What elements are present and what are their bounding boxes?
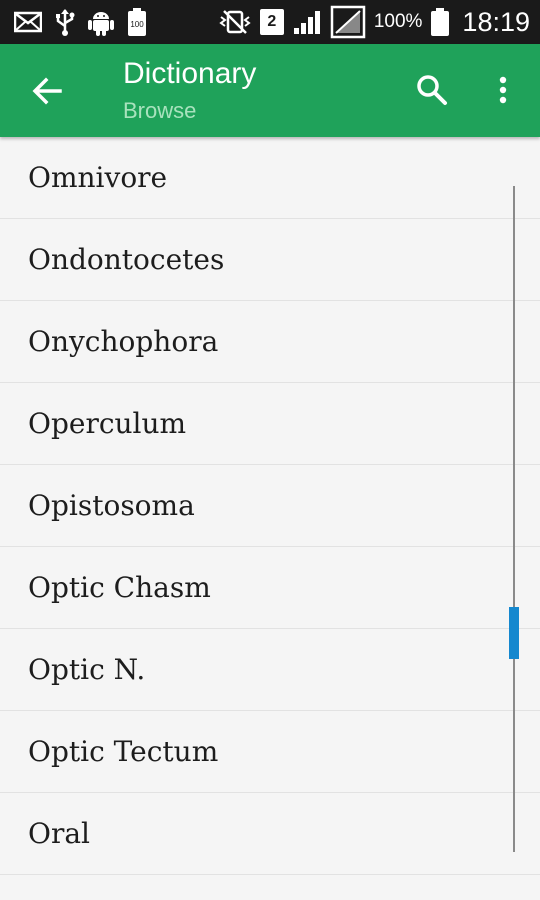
list-item[interactable]: Operculum <box>0 383 540 465</box>
list-item[interactable]: Onychophora <box>0 301 540 383</box>
page-title: Dictionary <box>123 57 257 90</box>
status-bar: 100 2 100% 18:19 <box>0 0 540 44</box>
list-item-label: Optic Chasm <box>28 571 211 604</box>
list-item[interactable]: Oral <box>0 793 540 875</box>
scrollbar-thumb[interactable] <box>509 607 519 659</box>
dictionary-list: Omnivore Ondontocetes Onychophora Opercu… <box>0 137 540 875</box>
app-bar: Dictionary Browse <box>0 44 540 137</box>
list-item[interactable]: Optic Tectum <box>0 711 540 793</box>
battery-icon <box>430 7 450 37</box>
search-icon <box>417 75 447 105</box>
status-left: 100 <box>14 7 148 37</box>
more-vert-icon <box>499 76 507 104</box>
list-item[interactable]: Ondontocetes <box>0 219 540 301</box>
list-item-label: Omnivore <box>28 161 168 194</box>
list-item-label: Ondontocetes <box>28 243 225 276</box>
no-signal-icon <box>330 5 366 39</box>
battery-saver-label: 100 <box>130 20 144 29</box>
list-item-label: Optic Tectum <box>28 735 219 768</box>
clock: 18:19 <box>462 6 530 37</box>
mail-icon <box>14 11 42 33</box>
signal-icon <box>292 9 322 35</box>
battery-percent: 100% <box>373 11 423 32</box>
back-button[interactable] <box>30 74 64 108</box>
list-item-label: Onychophora <box>28 325 219 358</box>
list-item-label: Optic N. <box>28 653 146 686</box>
overflow-menu-button[interactable] <box>488 72 518 108</box>
battery-saver-icon: 100 <box>126 7 148 37</box>
list-item-label: Opistosoma <box>28 489 195 522</box>
list-item-label: Operculum <box>28 407 187 440</box>
search-button[interactable] <box>414 72 450 108</box>
list-item[interactable]: Optic Chasm <box>0 547 540 629</box>
list-item[interactable]: Omnivore <box>0 137 540 219</box>
scrollbar-track[interactable] <box>513 186 515 852</box>
usb-icon <box>54 8 76 36</box>
back-arrow-icon <box>32 77 62 105</box>
list-item[interactable]: Opistosoma <box>0 465 540 547</box>
title-block: Dictionary Browse <box>123 54 256 126</box>
list-item[interactable]: Optic N. <box>0 629 540 711</box>
mute-vibrate-icon <box>218 9 252 35</box>
list-item-label: Oral <box>28 817 90 850</box>
android-icon <box>88 8 114 36</box>
page-subtitle: Browse <box>123 98 197 123</box>
sim-icon: 2 <box>259 9 284 35</box>
status-right: 2 100% 18:19 <box>218 5 530 39</box>
